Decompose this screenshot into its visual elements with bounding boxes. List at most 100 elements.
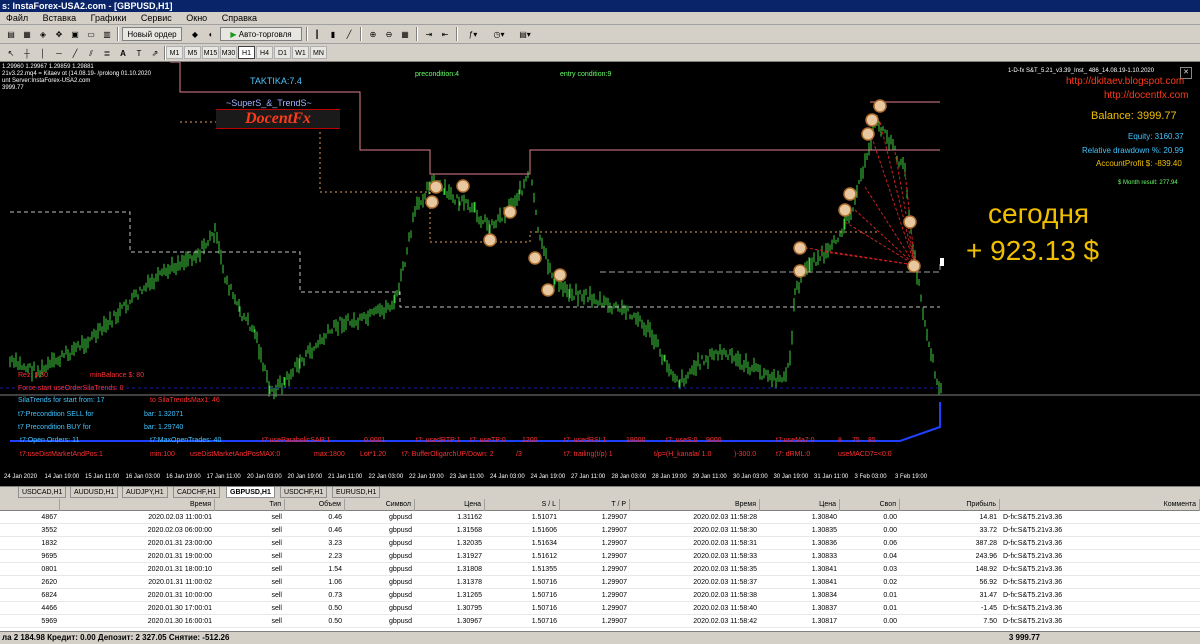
table-cell: D-fx:S&T5.21v3.36 [1003, 514, 1063, 521]
menu-window[interactable]: Окно [186, 13, 207, 23]
menu-insert[interactable]: Вставка [43, 13, 76, 23]
tab-gbpusd[interactable]: GBPUSD,H1 [226, 487, 275, 498]
line-chart-icon[interactable]: ╱ [342, 27, 356, 41]
table-cell: 1.51634 [531, 540, 557, 547]
menu-help[interactable]: Справка [222, 13, 257, 23]
table-cell: 3.23 [328, 540, 342, 547]
fibo-icon[interactable]: ≣ [100, 46, 114, 60]
column-header[interactable]: Время [630, 499, 760, 511]
tab-cadchf[interactable]: CADCHF,H1 [173, 487, 221, 498]
arrow-icon[interactable]: ⇗ [148, 46, 162, 60]
tab-audusd[interactable]: AUDUSD,H1 [70, 487, 119, 498]
auto-scroll-icon[interactable]: ⇥ [422, 27, 436, 41]
chart-shift-icon[interactable]: ⇤ [438, 27, 452, 41]
table-row[interactable]: 5969 2020.01.30 16:00:01 sell 0.50 gbpusd 1.3… [0, 615, 1200, 628]
order-marker [793, 264, 807, 278]
trendline-icon[interactable]: ╱ [68, 46, 82, 60]
metaeditor-icon[interactable]: ◆ [188, 27, 202, 41]
table-row[interactable]: 3552 2020.02.03 06:00:00 sell 0.46 gbpusd 1.3… [0, 524, 1200, 537]
timeframe-h4[interactable]: H4 [256, 46, 273, 59]
table-row[interactable]: 1832 2020.01.31 23:00:00 sell 3.23 gbpusd 1.3… [0, 537, 1200, 550]
zoom-out-icon[interactable]: ⊖ [382, 27, 396, 41]
column-header[interactable]: Символ [345, 499, 415, 511]
timeframe-mn[interactable]: MN [310, 46, 327, 59]
indicators-icon[interactable]: ƒ▾ [462, 27, 484, 41]
tab-usdcad[interactable]: USDCAD,H1 [18, 487, 67, 498]
table-row[interactable]: 4867 2020.02.03 11:00:01 sell 0.46 gbpusd 1.3… [0, 511, 1200, 524]
column-header[interactable]: Время [60, 499, 215, 511]
blog-link[interactable]: http://dkitaev.blogspot.com [1066, 76, 1184, 87]
timeframe-w1[interactable]: W1 [292, 46, 309, 59]
timeframe-d1[interactable]: D1 [274, 46, 291, 59]
time-axis-label: 31 Jan 11:00 [814, 474, 849, 480]
text-icon[interactable]: A [116, 46, 130, 60]
new-chart-icon[interactable]: ▤ [4, 27, 18, 41]
menu-tools[interactable]: Сервис [141, 13, 172, 23]
signals-icon[interactable]: ◐ [204, 27, 218, 41]
column-header[interactable]: Тип [215, 499, 285, 511]
table-cell: D-fx:S&T5.21v3.36 [1003, 527, 1063, 534]
column-header[interactable]: Объем [285, 499, 345, 511]
table-header: Время Тип Объем Символ Цена S / LT / P Время Це… [0, 499, 1200, 511]
column-header[interactable]: Своп [840, 499, 900, 511]
time-axis-label: 3 Feb 19:00 [895, 474, 928, 480]
autotrading-button[interactable]: ▶ Авто-торговля [220, 27, 302, 41]
table-row[interactable]: 9695 2020.01.31 19:00:00 sell 2.23 gbpusd 1.3… [0, 550, 1200, 563]
column-header[interactable]: Цена [415, 499, 485, 511]
timeframe-m30[interactable]: M30 [220, 46, 237, 59]
column-header[interactable]: Цена [760, 499, 840, 511]
cursor-icon[interactable]: ↖ [4, 46, 18, 60]
periodicity-icon[interactable]: ◷▾ [488, 27, 510, 41]
profiles-icon[interactable]: ▦ [20, 27, 34, 41]
bar-buy-label: bar: 1.29740 [144, 424, 184, 431]
market-watch-icon[interactable]: ◈ [36, 27, 50, 41]
table-row[interactable]: 2620 2020.01.31 11:00:02 sell 1.06 gbpusd 1.3… [0, 576, 1200, 589]
column-header[interactable]: Коммента [1000, 499, 1200, 511]
table-cell: 4466 [41, 605, 57, 612]
channel-icon[interactable]: ⫽ [84, 46, 98, 60]
table-row[interactable]: 6824 2020.01.31 10:00:00 sell 0.73 gbpusd 1.3… [0, 589, 1200, 602]
bar-chart-icon[interactable]: ┃ [310, 27, 324, 41]
terminal-icon[interactable]: ▭ [84, 27, 98, 41]
data-window-icon[interactable]: ✥ [52, 27, 66, 41]
column-header[interactable] [0, 499, 60, 511]
candle-chart-icon[interactable]: ▮ [326, 27, 340, 41]
account-profit-label: AccountProfit $: -839.40 [1096, 159, 1182, 168]
menu-charts[interactable]: Графики [91, 13, 127, 23]
templates-icon[interactable]: ▤▾ [514, 27, 536, 41]
horizontal-line-icon[interactable]: ─ [52, 46, 66, 60]
time-axis-label: 29 Jan 11:00 [692, 474, 727, 480]
timeframe-m5[interactable]: M5 [184, 46, 201, 59]
site-link[interactable]: http://docentfx.com [1104, 90, 1189, 101]
buffer-divisor: /3 [516, 451, 522, 458]
label-icon[interactable]: T [132, 46, 146, 60]
tab-eurusd[interactable]: EURUSD,H1 [332, 487, 381, 498]
price-chart[interactable]: 1.29960 1.29967 1.29859 1.29881 21v3.22.… [0, 62, 1200, 486]
vertical-line-icon[interactable]: │ [36, 46, 50, 60]
crosshair-icon[interactable]: ┼ [20, 46, 34, 60]
equity-label: Equity: 3160.37 [1128, 132, 1184, 141]
column-header[interactable]: Прибыль [900, 499, 1000, 511]
table-row[interactable]: 4466 2020.01.30 17:00:01 sell 0.50 gbpusd 1.3… [0, 602, 1200, 615]
tab-audjpy[interactable]: AUDJPY,H1 [122, 487, 168, 498]
timeframe-m15[interactable]: M15 [202, 46, 219, 59]
timeframe-h1[interactable]: H1 [238, 46, 255, 59]
use-tp-label: t7: useTP:0 [470, 437, 506, 444]
order-marker [483, 233, 497, 247]
tile-windows-icon[interactable]: ▦ [398, 27, 412, 41]
rsi-label: t7: usedRSI:1 [564, 437, 607, 444]
column-header[interactable]: T / P [560, 499, 630, 511]
table-cell: 1.50716 [531, 605, 557, 612]
table-cell: sell [271, 618, 282, 625]
rez-label: Rez: 1.30 [18, 372, 48, 379]
strategy-tester-icon[interactable]: ▥ [100, 27, 114, 41]
timeframe-m1[interactable]: M1 [166, 46, 183, 59]
zoom-in-icon[interactable]: ⊕ [366, 27, 380, 41]
table-row[interactable]: 0801 2020.01.31 18:00:10 sell 1.54 gbpusd 1.3… [0, 563, 1200, 576]
navigator-icon[interactable]: ▣ [68, 27, 82, 41]
new-order-button[interactable]: Новый ордер [122, 27, 182, 41]
menu-file[interactable]: Файл [6, 13, 28, 23]
column-header[interactable]: S / L [485, 499, 560, 511]
table-cell: 0.02 [883, 579, 897, 586]
tab-usdchf[interactable]: USDCHF,H1 [280, 487, 328, 498]
